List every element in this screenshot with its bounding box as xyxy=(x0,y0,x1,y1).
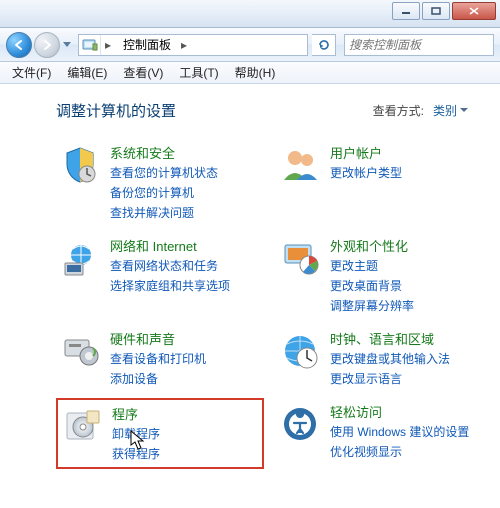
close-button[interactable] xyxy=(452,2,496,20)
category-title[interactable]: 系统和安全 xyxy=(110,143,218,162)
menu-help[interactable]: 帮助(H) xyxy=(227,62,284,83)
category-link[interactable]: 更改键盘或其他输入法 xyxy=(330,350,450,368)
address-bar[interactable]: ▸ 控制面板 ▸ xyxy=(78,34,308,56)
category-link[interactable]: 使用 Windows 建议的设置 xyxy=(330,423,469,441)
category-title[interactable]: 硬件和声音 xyxy=(110,329,206,348)
category-link[interactable]: 获得程序 xyxy=(112,445,160,463)
category-link[interactable]: 调整屏幕分辨率 xyxy=(330,297,414,315)
back-button[interactable] xyxy=(6,32,32,58)
category-link[interactable]: 添加设备 xyxy=(110,370,206,388)
clock-language-region-icon xyxy=(278,329,322,373)
refresh-button[interactable] xyxy=(312,34,336,56)
category-link[interactable]: 选择家庭组和共享选项 xyxy=(110,277,230,295)
category-link[interactable]: 更改帐户类型 xyxy=(330,164,402,182)
category-title[interactable]: 时钟、语言和区域 xyxy=(330,329,450,348)
navigation-bar: ▸ 控制面板 ▸ xyxy=(0,28,500,62)
category-link[interactable]: 查看您的计算机状态 xyxy=(110,164,218,182)
control-panel-icon xyxy=(79,35,101,55)
network-internet-icon xyxy=(58,236,102,280)
breadcrumb-root-dropdown[interactable]: ▸ xyxy=(101,35,115,55)
view-by-dropdown[interactable]: 类别 xyxy=(428,100,472,121)
breadcrumb: ▸ 控制面板 ▸ xyxy=(101,35,191,55)
user-accounts-icon xyxy=(278,143,322,187)
hardware-sound-icon xyxy=(58,329,102,373)
window-titlebar xyxy=(0,0,500,28)
forward-button[interactable] xyxy=(34,32,60,58)
category-link[interactable]: 卸载程序 xyxy=(112,425,160,443)
menu-tools[interactable]: 工具(T) xyxy=(171,62,226,83)
category-link[interactable]: 查看设备和打印机 xyxy=(110,350,206,368)
category-title[interactable]: 用户帐户 xyxy=(330,143,402,162)
category-link[interactable]: 更改显示语言 xyxy=(330,370,450,388)
menu-file[interactable]: 文件(F) xyxy=(4,62,59,83)
category-user-accounts: 用户帐户更改帐户类型 xyxy=(276,139,484,226)
category-title[interactable]: 网络和 Internet xyxy=(110,236,230,255)
category-hardware-sound: 硬件和声音查看设备和打印机添加设备 xyxy=(56,325,264,392)
maximize-button[interactable] xyxy=(422,2,450,20)
category-appearance: 外观和个性化更改主题更改桌面背景调整屏幕分辨率 xyxy=(276,232,484,319)
category-link[interactable]: 查看网络状态和任务 xyxy=(110,257,230,275)
breadcrumb-item[interactable]: 控制面板 xyxy=(115,35,177,55)
category-link[interactable]: 备份您的计算机 xyxy=(110,184,218,202)
breadcrumb-dropdown[interactable]: ▸ xyxy=(177,35,191,55)
menu-bar: 文件(F) 编辑(E) 查看(V) 工具(T) 帮助(H) xyxy=(0,62,500,84)
page-title: 调整计算机的设置 xyxy=(56,100,176,121)
category-link[interactable]: 查找并解决问题 xyxy=(110,204,218,222)
category-link[interactable]: 优化视频显示 xyxy=(330,443,469,461)
minimize-button[interactable] xyxy=(392,2,420,20)
category-title[interactable]: 程序 xyxy=(112,404,160,423)
appearance-icon xyxy=(278,236,322,280)
ease-of-access-icon xyxy=(278,402,322,446)
category-ease-of-access: 轻松访问使用 Windows 建议的设置优化视频显示 xyxy=(276,398,484,469)
category-title[interactable]: 外观和个性化 xyxy=(330,236,414,255)
nav-history-dropdown[interactable] xyxy=(60,34,74,56)
category-link[interactable]: 更改桌面背景 xyxy=(330,277,414,295)
search-box[interactable] xyxy=(344,34,494,56)
programs-icon xyxy=(60,404,104,448)
content-area: 调整计算机的设置 查看方式: 类别 系统和安全查看您的计算机状态备份您的计算机查… xyxy=(0,84,500,508)
menu-edit[interactable]: 编辑(E) xyxy=(59,62,115,83)
system-security-icon xyxy=(58,143,102,187)
category-clock-language-region: 时钟、语言和区域更改键盘或其他输入法更改显示语言 xyxy=(276,325,484,392)
category-system-security: 系统和安全查看您的计算机状态备份您的计算机查找并解决问题 xyxy=(56,139,264,226)
view-by-label: 查看方式: xyxy=(373,102,424,119)
category-programs: 程序卸载程序获得程序 xyxy=(56,398,264,469)
category-title[interactable]: 轻松访问 xyxy=(330,402,469,421)
menu-view[interactable]: 查看(V) xyxy=(115,62,171,83)
category-link[interactable]: 更改主题 xyxy=(330,257,414,275)
view-by: 查看方式: 类别 xyxy=(373,100,472,121)
search-input[interactable] xyxy=(345,38,500,52)
category-network-internet: 网络和 Internet 查看网络状态和任务选择家庭组和共享选项 xyxy=(56,232,264,319)
